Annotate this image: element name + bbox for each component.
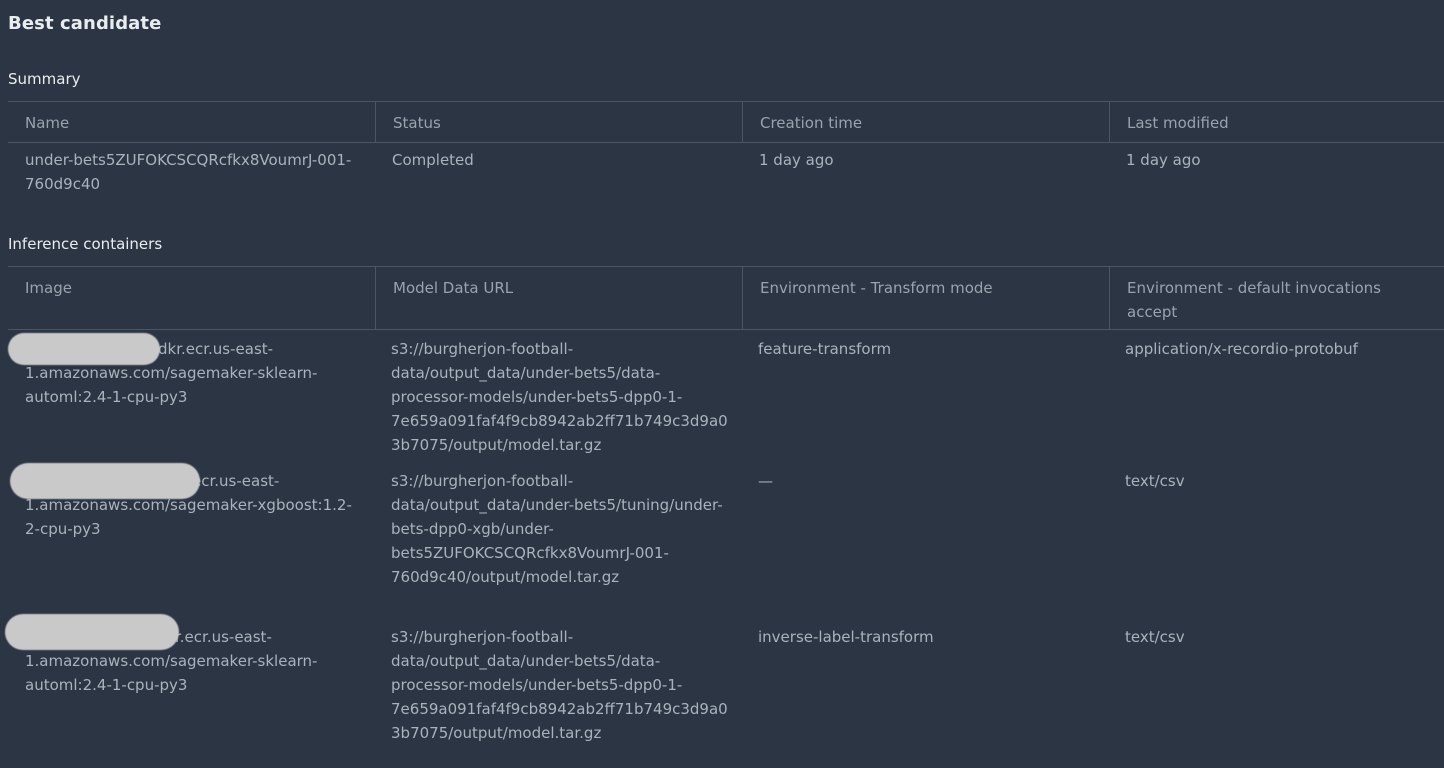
summary-heading: Summary [8,70,81,88]
invocations-accept-value: text/csv [1125,628,1185,646]
column-header-last-modified: Last modified [1109,102,1444,142]
best-candidate-panel: Best candidate Summary Name Status Creat… [0,0,1444,768]
table-row: dkr.ecr.us-east-1.amazonaws.com/sagemake… [8,337,1444,457]
column-header-creation-time: Creation time [742,102,1109,142]
invocations-accept-value: application/x-recordio-protobuf [1125,340,1358,358]
column-header-image: Image [25,279,72,297]
redaction-mark [5,614,179,650]
last-modified-value: 1 day ago [1126,151,1201,169]
column-header-transform-mode: Environment - Transform mode [742,267,1109,329]
redaction-mark [10,463,200,499]
summary-table-row: under-bets5ZUFOKCSCQRcfkx8VoumrJ-001-760… [8,148,1444,196]
creation-time-value: 1 day ago [759,151,834,169]
transform-mode-value: feature-transform [758,340,892,358]
model-data-url: s3://burgherjon-football-data/output_dat… [391,628,728,742]
column-header-invocations-accept: Environment - default invocations accept [1109,267,1444,329]
table-row: r.ecr.us-east-1.amazonaws.com/sagemaker-… [8,625,1444,745]
summary-table-header: Name Status Creation time Last modified [8,101,1444,143]
inference-containers-table-header: Image Model Data URL Environment - Trans… [8,266,1444,330]
candidate-name: under-bets5ZUFOKCSCQRcfkx8VoumrJ-001-760… [25,151,352,193]
column-header-model-data-url: Model Data URL [375,267,742,329]
column-header-status: Status [375,102,742,142]
status-value: Completed [392,151,474,169]
redaction-mark [8,333,160,365]
column-header-name: Name [25,114,70,132]
model-data-url: s3://burgherjon-football-data/output_dat… [391,472,723,586]
transform-mode-value: inverse-label-transform [758,628,934,646]
inference-containers-heading: Inference containers [8,235,163,253]
model-data-url: s3://burgherjon-football-data/output_dat… [391,340,728,454]
transform-mode-value: — [758,472,773,490]
invocations-accept-value: text/csv [1125,472,1185,490]
page-title: Best candidate [8,13,162,34]
table-row: ecr.us-east-1.amazonaws.com/sagemaker-xg… [8,469,1444,589]
